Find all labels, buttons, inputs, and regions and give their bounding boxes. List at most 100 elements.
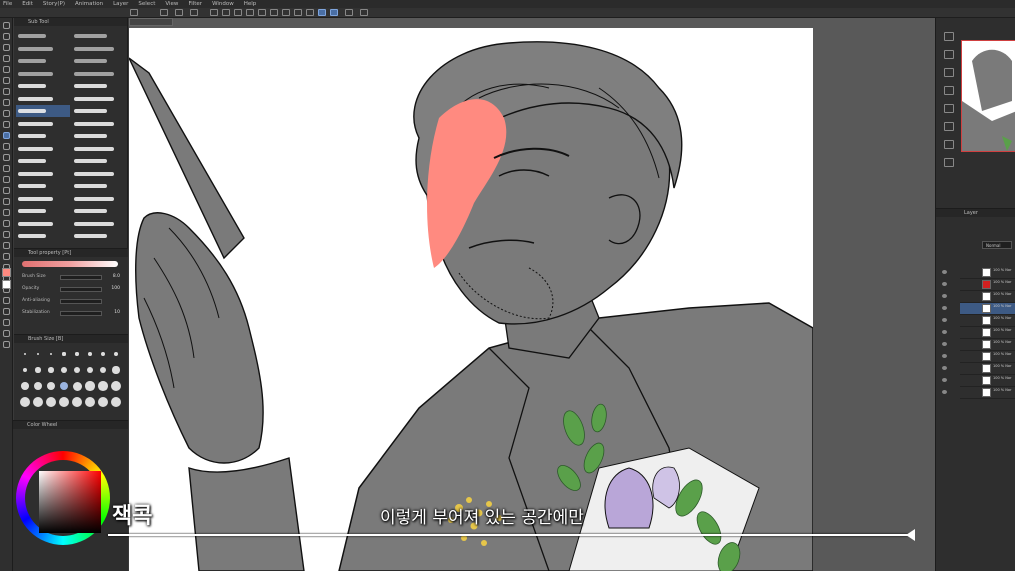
brush-preset[interactable]	[72, 43, 126, 55]
eye-icon[interactable]	[942, 342, 947, 346]
brush-size-preset[interactable]	[34, 382, 42, 390]
property-row[interactable]: Brush Size 8.0	[20, 273, 124, 282]
brush-preset[interactable]	[16, 130, 70, 142]
brush-preset[interactable]	[16, 230, 70, 242]
brush-preset[interactable]	[16, 30, 70, 42]
eye-icon[interactable]	[942, 294, 947, 298]
brush-size-preset[interactable]	[59, 381, 69, 391]
brush-preset[interactable]	[72, 168, 126, 180]
layer-tab[interactable]: Layer	[936, 209, 1015, 217]
brush-preset[interactable]	[16, 118, 70, 130]
tool-icon[interactable]	[3, 77, 10, 84]
command-icon[interactable]	[130, 9, 138, 16]
menu-item-select[interactable]: Select	[138, 0, 155, 8]
video-progress-bar[interactable]	[108, 534, 908, 536]
command-icon[interactable]	[330, 9, 338, 16]
brush-preset[interactable]	[72, 55, 126, 67]
property-row[interactable]: Anti-aliasing	[20, 297, 124, 306]
tool-property-tab[interactable]: Tool property [Pt]	[14, 249, 128, 257]
tool-icon[interactable]	[3, 297, 10, 304]
brush-size-preset[interactable]	[35, 367, 41, 373]
brush-preset[interactable]	[72, 30, 126, 42]
brush-preset[interactable]	[72, 230, 126, 242]
panel-icon[interactable]	[944, 104, 954, 113]
brush-preset[interactable]	[16, 205, 70, 217]
layer-row[interactable]: 100 % Nor	[942, 291, 1015, 303]
tool-icon[interactable]	[3, 121, 10, 128]
brush-preset[interactable]	[16, 43, 70, 55]
command-icon[interactable]	[360, 9, 368, 16]
tool-icon[interactable]	[3, 242, 10, 249]
eye-icon[interactable]	[942, 354, 947, 358]
color-chip[interactable]	[2, 268, 11, 277]
eye-icon[interactable]	[942, 270, 947, 274]
command-icon[interactable]	[306, 9, 314, 16]
tool-icon[interactable]	[3, 143, 10, 150]
command-icon[interactable]	[222, 9, 230, 16]
brush-size-tab[interactable]: Brush Size [B]	[14, 335, 128, 343]
tool-icon[interactable]	[3, 176, 10, 183]
tool-icon[interactable]	[3, 231, 10, 238]
layer-row[interactable]: 100 % Nor	[942, 375, 1015, 387]
command-icon[interactable]	[234, 9, 242, 16]
brush-size-preset[interactable]	[33, 397, 43, 407]
brush-preset[interactable]	[16, 93, 70, 105]
eye-icon[interactable]	[942, 306, 947, 310]
brush-size-preset[interactable]	[24, 353, 26, 355]
brush-size-preset[interactable]	[48, 367, 54, 373]
brush-preset[interactable]	[16, 193, 70, 205]
menu-item-layer[interactable]: Layer	[113, 0, 128, 8]
menu-item-storyp[interactable]: Story(P)	[43, 0, 65, 8]
subtool-tab[interactable]: Sub Tool	[14, 18, 127, 26]
brush-size-preset[interactable]	[20, 397, 30, 407]
command-icon[interactable]	[160, 9, 168, 16]
brush-preset[interactable]	[72, 155, 126, 167]
panel-icon[interactable]	[944, 50, 954, 59]
brush-preset[interactable]	[72, 68, 126, 80]
tool-icon[interactable]	[3, 198, 10, 205]
panel-icon[interactable]	[944, 158, 954, 167]
brush-size-preset[interactable]	[98, 381, 108, 391]
command-icon[interactable]	[270, 9, 278, 16]
menu-item-help[interactable]: Help	[244, 0, 257, 8]
brush-size-preset[interactable]	[73, 366, 81, 374]
brush-size-preset[interactable]	[112, 366, 120, 374]
color-wheel-tab[interactable]: Color Wheel	[13, 421, 128, 429]
panel-icon[interactable]	[944, 86, 954, 95]
brush-size-preset[interactable]	[111, 381, 121, 391]
tool-icon[interactable]	[3, 99, 10, 106]
menu-item-view[interactable]: View	[165, 0, 178, 8]
brush-preset[interactable]	[72, 130, 126, 142]
property-slider[interactable]	[60, 287, 102, 292]
brush-preset[interactable]	[16, 143, 70, 155]
brush-preset[interactable]	[16, 155, 70, 167]
command-icon[interactable]	[210, 9, 218, 16]
tool-icon[interactable]	[3, 66, 10, 73]
brush-size-preset[interactable]	[61, 367, 67, 373]
brush-size-preset[interactable]	[111, 397, 121, 407]
document-tab[interactable]	[129, 18, 173, 26]
brush-size-preset[interactable]	[85, 397, 95, 407]
tool-icon[interactable]	[3, 44, 10, 51]
panel-icon[interactable]	[944, 68, 954, 77]
panel-icon[interactable]	[944, 140, 954, 149]
tool-icon[interactable]	[3, 319, 10, 326]
layer-row[interactable]: 100 % Nor	[942, 315, 1015, 327]
eye-icon[interactable]	[942, 390, 947, 394]
tool-icon[interactable]	[3, 220, 10, 227]
panel-icon[interactable]	[944, 122, 954, 131]
brush-size-preset[interactable]	[59, 397, 69, 407]
command-icon[interactable]	[258, 9, 266, 16]
color-chip[interactable]	[2, 280, 11, 289]
property-slider[interactable]	[60, 299, 102, 304]
layer-row[interactable]: 100 % Nor	[942, 351, 1015, 363]
command-icon[interactable]	[282, 9, 290, 16]
brush-size-preset[interactable]	[98, 397, 108, 407]
command-icon[interactable]	[246, 9, 254, 16]
eye-icon[interactable]	[942, 330, 947, 334]
menu-item-edit[interactable]: Edit	[22, 0, 33, 8]
layer-row[interactable]: 100 % Nor	[942, 267, 1015, 279]
tool-icon[interactable]	[3, 88, 10, 95]
brush-preset[interactable]	[16, 168, 70, 180]
command-icon[interactable]	[294, 9, 302, 16]
